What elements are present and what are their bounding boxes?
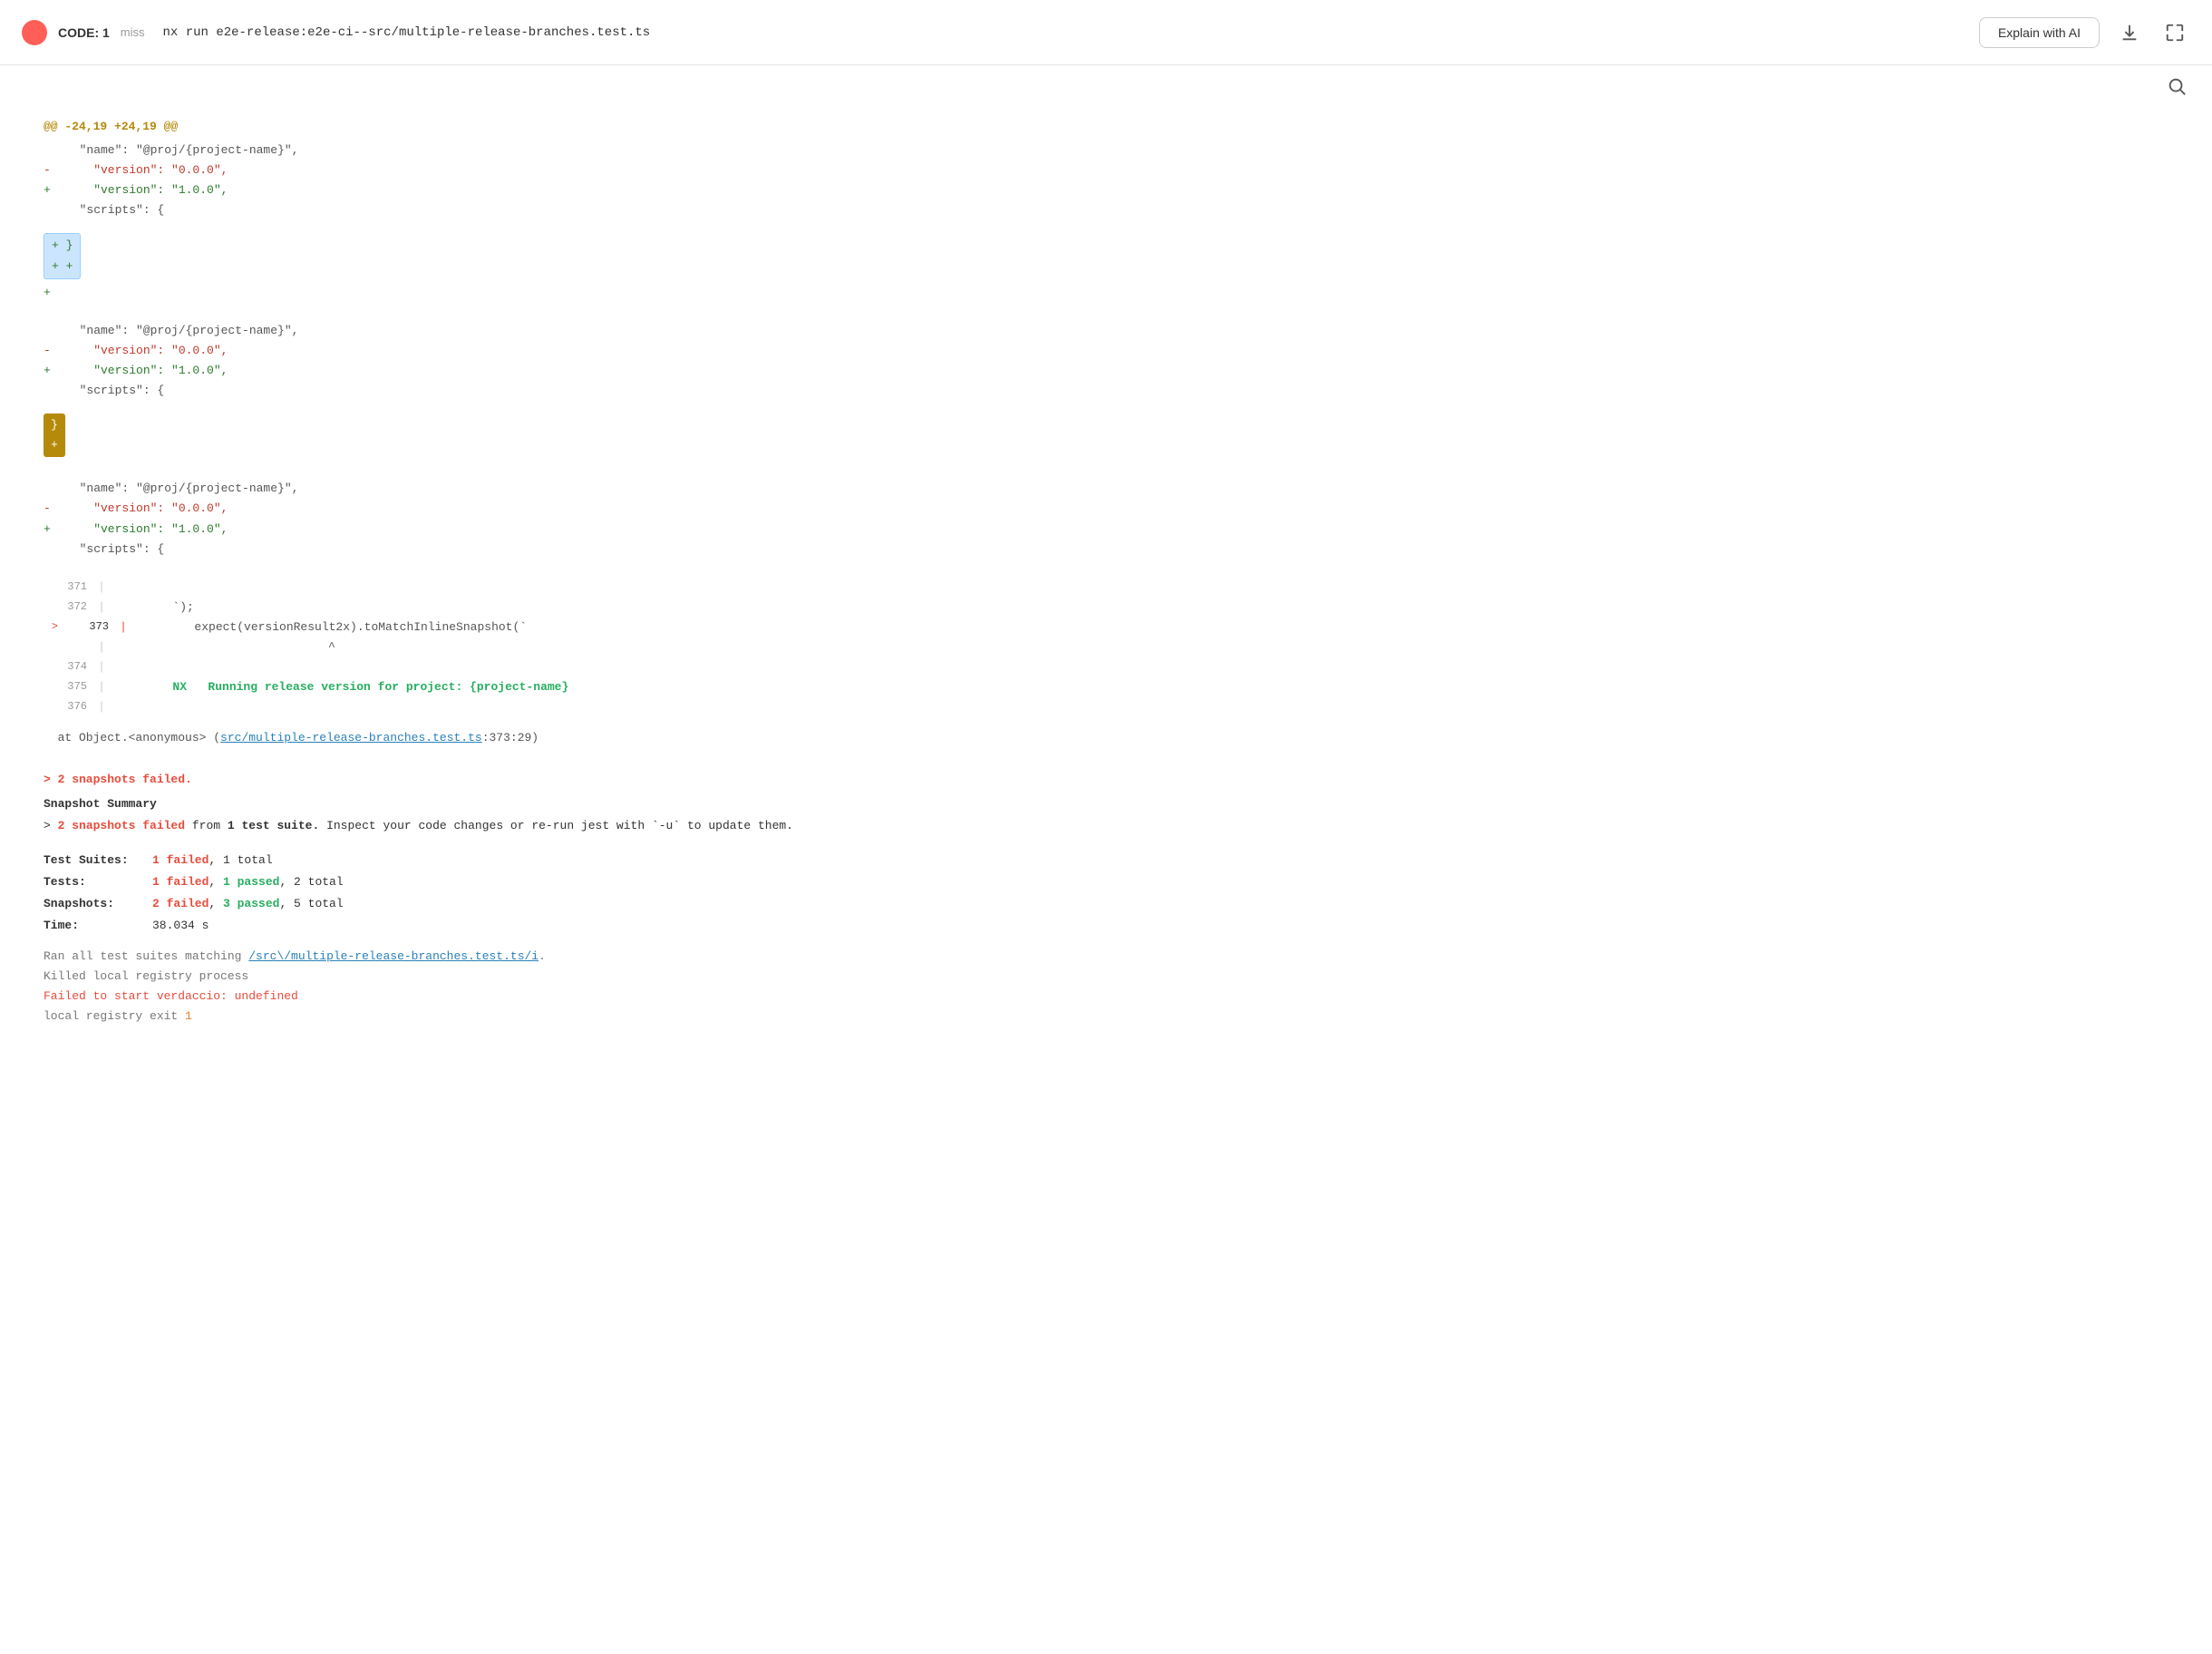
- test-suites-row: Test Suites: 1 failed, 1 total: [44, 851, 2168, 871]
- code-label: CODE: 1: [58, 25, 110, 40]
- snapshots-row: Snapshots: 2 failed, 3 passed, 5 total: [44, 894, 2168, 914]
- line-374: 374 |: [44, 657, 2168, 677]
- diff-block-2: "name": "@proj/{project-name}", - "versi…: [44, 321, 2168, 462]
- diff-line: + "version": "1.0.0",: [44, 180, 2168, 200]
- download-icon: [2120, 23, 2139, 43]
- line-373-active: > 373 | expect(versionResult2x).toMatchI…: [44, 618, 2168, 637]
- snapshot-detail: > 2 snapshots failed from 1 test suite. …: [44, 816, 2168, 836]
- header-left: CODE: 1 miss nx run e2e-release:e2e-ci--…: [22, 20, 1979, 45]
- expand-icon: [2165, 23, 2185, 43]
- test-suites-label: Test Suites:: [44, 851, 152, 871]
- search-icon: [2167, 76, 2187, 96]
- snapshots-failed-line: > 2 snapshots failed.: [44, 770, 2168, 790]
- line-376: 376 |: [44, 697, 2168, 717]
- line-373-caret: | ^: [44, 637, 2168, 657]
- add-highlight-block-1: + } + + +: [44, 229, 2168, 302]
- yellow-highlight-block: } +: [44, 410, 2168, 461]
- tests-label: Tests:: [44, 872, 152, 892]
- diff-line: "name": "@proj/{project-name}",: [44, 321, 2168, 341]
- killed-registry-line: Killed local registry process: [44, 967, 2168, 987]
- command-text: nx run e2e-release:e2e-ci--src/multiple-…: [163, 25, 651, 40]
- diff-line: "name": "@proj/{project-name}",: [44, 479, 2168, 499]
- search-row: [0, 65, 2212, 102]
- diff-hunk-header-1: @@ -24,19 +24,19 @@: [44, 117, 2168, 137]
- diff-line: + "version": "1.0.0",: [44, 520, 2168, 540]
- snapshots-value: 2 failed, 3 passed, 5 total: [152, 894, 344, 914]
- main-content: @@ -24,19 +24,19 @@ "name": "@proj/{proj…: [0, 102, 2212, 1654]
- miss-badge: miss: [121, 25, 145, 39]
- traffic-light-icon: [22, 20, 47, 45]
- test-pattern-link: /src\/multiple-release-branches.test.ts/…: [248, 949, 538, 963]
- line-371: 371 |: [44, 578, 2168, 598]
- tests-row: Tests: 1 failed, 1 passed, 2 total: [44, 872, 2168, 892]
- diff-block-3: "name": "@proj/{project-name}", - "versi…: [44, 479, 2168, 559]
- diff-line: "name": "@proj/{project-name}",: [44, 141, 2168, 161]
- test-suites-value: 1 failed, 1 total: [152, 851, 273, 871]
- file-link[interactable]: src/multiple-release-branches.test.ts: [220, 731, 482, 744]
- snapshots-label: Snapshots:: [44, 894, 152, 914]
- stack-trace: at Object.<anonymous> (src/multiple-rele…: [44, 728, 2168, 748]
- line-375: 375 | NX Running release version for pro…: [44, 677, 2168, 697]
- line-372: 372 | `);: [44, 598, 2168, 618]
- time-row: Time: 38.034 s: [44, 916, 2168, 936]
- time-label: Time:: [44, 916, 152, 936]
- diff-line: "scripts": {: [44, 381, 2168, 401]
- failed-verdaccio-line: Failed to start verdaccio: undefined: [44, 987, 2168, 1007]
- diff-line: - "version": "0.0.0",: [44, 341, 2168, 361]
- diff-line: "scripts": {: [44, 200, 2168, 220]
- diff-line: - "version": "0.0.0",: [44, 161, 2168, 180]
- header-right: Explain with AI: [1979, 17, 2190, 48]
- snapshot-summary-heading: Snapshot Summary: [44, 794, 2168, 814]
- diff-line: - "version": "0.0.0",: [44, 499, 2168, 519]
- expand-button[interactable]: [2159, 17, 2190, 48]
- time-value: 38.034 s: [152, 916, 209, 936]
- line-number-block: 371 | 372 | `); > 373 | expect(versionRe…: [44, 578, 2168, 718]
- local-registry-exit-line: local registry exit 1: [44, 1007, 2168, 1026]
- summary-section: > 2 snapshots failed. Snapshot Summary >…: [44, 770, 2168, 1026]
- tests-value: 1 failed, 1 passed, 2 total: [152, 872, 344, 892]
- download-button[interactable]: [2114, 17, 2145, 48]
- diff-line: "scripts": {: [44, 540, 2168, 559]
- header-bar: CODE: 1 miss nx run e2e-release:e2e-ci--…: [0, 0, 2212, 65]
- ran-all-line: Ran all test suites matching /src\/multi…: [44, 947, 2168, 967]
- diff-block-1: @@ -24,19 +24,19 @@ "name": "@proj/{proj…: [44, 117, 2168, 303]
- code-badge: CODE: 1: [58, 25, 110, 40]
- diff-line: + "version": "1.0.0",: [44, 361, 2168, 381]
- snapshots-failed-text: > 2 snapshots failed.: [44, 773, 192, 786]
- stats-block: Test Suites: 1 failed, 1 total Tests: 1 …: [44, 851, 2168, 936]
- search-button[interactable]: [2163, 73, 2190, 102]
- explain-with-ai-button[interactable]: Explain with AI: [1979, 17, 2100, 48]
